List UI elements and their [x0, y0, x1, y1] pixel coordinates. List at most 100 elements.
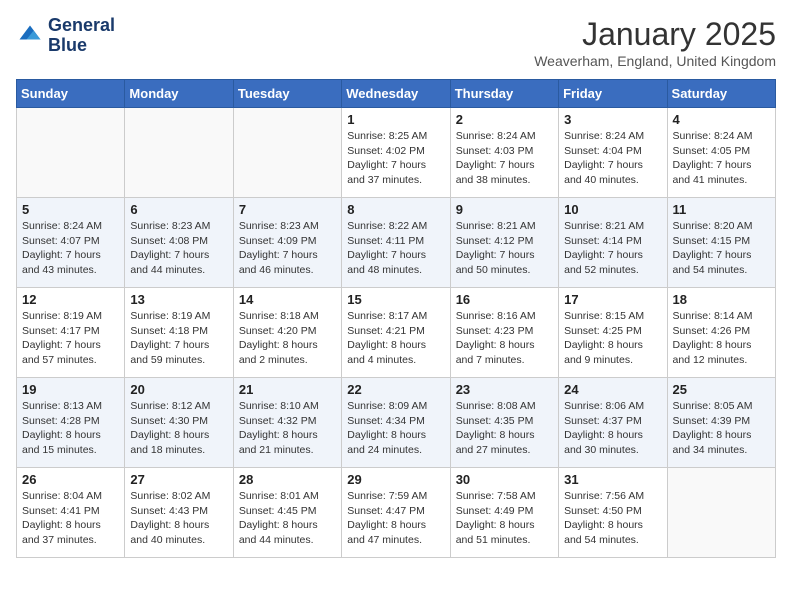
- day-number: 12: [22, 292, 119, 307]
- day-info: Sunrise: 8:24 AMSunset: 4:04 PMDaylight:…: [564, 129, 661, 188]
- day-number: 13: [130, 292, 227, 307]
- day-number: 18: [673, 292, 770, 307]
- table-row: 14Sunrise: 8:18 AMSunset: 4:20 PMDayligh…: [233, 288, 341, 378]
- day-number: 11: [673, 202, 770, 217]
- location: Weaverham, England, United Kingdom: [534, 53, 776, 69]
- day-info: Sunrise: 7:58 AMSunset: 4:49 PMDaylight:…: [456, 489, 553, 548]
- day-info: Sunrise: 8:02 AMSunset: 4:43 PMDaylight:…: [130, 489, 227, 548]
- table-row: 24 Sunrise: 8:06 AMSunset: 4:37 PMDayligh…: [559, 378, 667, 468]
- day-number: 14: [239, 292, 336, 307]
- day-number: 5: [22, 202, 119, 217]
- day-number: 29: [347, 472, 444, 487]
- table-row: 21 Sunrise: 8:10 AMSunset: 4:32 PMDayligh…: [233, 378, 341, 468]
- day-info: Sunrise: 8:24 AMSunset: 4:03 PMDaylight:…: [456, 129, 553, 188]
- table-row: 20 Sunrise: 8:12 AMSunset: 4:30 PMDayligh…: [125, 378, 233, 468]
- day-info: Sunrise: 8:23 AMSunset: 4:09 PMDaylight:…: [239, 219, 336, 278]
- table-row: 25 Sunrise: 8:05 AMSunset: 4:39 PMDayligh…: [667, 378, 775, 468]
- day-number: 8: [347, 202, 444, 217]
- day-number: 24: [564, 382, 661, 397]
- day-info: Sunrise: 8:25 AMSunset: 4:02 PMDaylight:…: [347, 129, 444, 188]
- day-info: Sunrise: 8:15 AMSunset: 4:25 PMDaylight:…: [564, 309, 661, 368]
- day-info: Sunrise: 8:21 AMSunset: 4:12 PMDaylight:…: [456, 219, 553, 278]
- table-row: 1 Sunrise: 8:25 AMSunset: 4:02 PMDaylight…: [342, 108, 450, 198]
- day-number: 22: [347, 382, 444, 397]
- day-info: Sunrise: 8:12 AMSunset: 4:30 PMDaylight:…: [130, 399, 227, 458]
- table-row: 29Sunrise: 7:59 AMSunset: 4:47 PMDayligh…: [342, 468, 450, 558]
- month-title: January 2025: [534, 16, 776, 53]
- table-row: 5 Sunrise: 8:24 AMSunset: 4:07 PMDaylight…: [17, 198, 125, 288]
- weekday-header-thursday: Thursday: [450, 80, 558, 108]
- logo-text: General Blue: [48, 16, 115, 56]
- day-number: 9: [456, 202, 553, 217]
- day-number: 1: [347, 112, 444, 127]
- weekday-header-wednesday: Wednesday: [342, 80, 450, 108]
- day-number: 17: [564, 292, 661, 307]
- table-row: 11 Sunrise: 8:20 AMSunset: 4:15 PMDayligh…: [667, 198, 775, 288]
- logo: General Blue: [16, 16, 115, 56]
- day-number: 25: [673, 382, 770, 397]
- day-info: Sunrise: 8:08 AMSunset: 4:35 PMDaylight:…: [456, 399, 553, 458]
- day-info: Sunrise: 8:13 AMSunset: 4:28 PMDaylight:…: [22, 399, 119, 458]
- weekday-header-sunday: Sunday: [17, 80, 125, 108]
- day-number: 3: [564, 112, 661, 127]
- day-number: 23: [456, 382, 553, 397]
- day-info: Sunrise: 8:24 AMSunset: 4:07 PMDaylight:…: [22, 219, 119, 278]
- day-info: Sunrise: 8:22 AMSunset: 4:11 PMDaylight:…: [347, 219, 444, 278]
- day-info: Sunrise: 7:56 AMSunset: 4:50 PMDaylight:…: [564, 489, 661, 548]
- calendar-week-row: 12 Sunrise: 8:19 AMSunset: 4:17 PMDayligh…: [17, 288, 776, 378]
- day-info: Sunrise: 8:24 AMSunset: 4:05 PMDaylight:…: [673, 129, 770, 188]
- weekday-header-row: SundayMondayTuesdayWednesdayThursdayFrid…: [17, 80, 776, 108]
- day-number: 30: [456, 472, 553, 487]
- table-row: 12 Sunrise: 8:19 AMSunset: 4:17 PMDayligh…: [17, 288, 125, 378]
- table-row: 30 Sunrise: 7:58 AMSunset: 4:49 PMDayligh…: [450, 468, 558, 558]
- day-number: 27: [130, 472, 227, 487]
- day-info: Sunrise: 8:09 AMSunset: 4:34 PMDaylight:…: [347, 399, 444, 458]
- table-row: 26Sunrise: 8:04 AMSunset: 4:41 PMDayligh…: [17, 468, 125, 558]
- day-number: 19: [22, 382, 119, 397]
- table-row: [233, 108, 341, 198]
- calendar: SundayMondayTuesdayWednesdayThursdayFrid…: [16, 79, 776, 558]
- day-number: 6: [130, 202, 227, 217]
- table-row: 15Sunrise: 8:17 AMSunset: 4:21 PMDayligh…: [342, 288, 450, 378]
- logo-icon: [16, 22, 44, 50]
- weekday-header-monday: Monday: [125, 80, 233, 108]
- day-info: Sunrise: 8:23 AMSunset: 4:08 PMDaylight:…: [130, 219, 227, 278]
- day-number: 31: [564, 472, 661, 487]
- table-row: 23 Sunrise: 8:08 AMSunset: 4:35 PMDayligh…: [450, 378, 558, 468]
- day-info: Sunrise: 8:20 AMSunset: 4:15 PMDaylight:…: [673, 219, 770, 278]
- table-row: 28 Sunrise: 8:01 AMSunset: 4:45 PMDayligh…: [233, 468, 341, 558]
- day-info: Sunrise: 8:10 AMSunset: 4:32 PMDaylight:…: [239, 399, 336, 458]
- day-number: 28: [239, 472, 336, 487]
- table-row: 10Sunrise: 8:21 AMSunset: 4:14 PMDayligh…: [559, 198, 667, 288]
- page-header: General Blue January 2025 Weaverham, Eng…: [16, 16, 776, 69]
- day-number: 16: [456, 292, 553, 307]
- table-row: 22 Sunrise: 8:09 AMSunset: 4:34 PMDayligh…: [342, 378, 450, 468]
- day-info: Sunrise: 8:17 AMSunset: 4:21 PMDaylight:…: [347, 309, 444, 368]
- day-number: 10: [564, 202, 661, 217]
- weekday-header-friday: Friday: [559, 80, 667, 108]
- day-info: Sunrise: 8:05 AMSunset: 4:39 PMDaylight:…: [673, 399, 770, 458]
- weekday-header-tuesday: Tuesday: [233, 80, 341, 108]
- table-row: 7 Sunrise: 8:23 AMSunset: 4:09 PMDaylight…: [233, 198, 341, 288]
- day-number: 4: [673, 112, 770, 127]
- table-row: 16Sunrise: 8:16 AMSunset: 4:23 PMDayligh…: [450, 288, 558, 378]
- calendar-week-row: 5 Sunrise: 8:24 AMSunset: 4:07 PMDaylight…: [17, 198, 776, 288]
- table-row: 31 Sunrise: 7:56 AMSunset: 4:50 PMDayligh…: [559, 468, 667, 558]
- table-row: [667, 468, 775, 558]
- day-number: 7: [239, 202, 336, 217]
- table-row: 13 Sunrise: 8:19 AMSunset: 4:18 PMDayligh…: [125, 288, 233, 378]
- day-info: Sunrise: 8:19 AMSunset: 4:18 PMDaylight:…: [130, 309, 227, 368]
- table-row: [17, 108, 125, 198]
- day-number: 20: [130, 382, 227, 397]
- table-row: 3 Sunrise: 8:24 AMSunset: 4:04 PMDaylight…: [559, 108, 667, 198]
- table-row: 6 Sunrise: 8:23 AMSunset: 4:08 PMDaylight…: [125, 198, 233, 288]
- day-info: Sunrise: 8:06 AMSunset: 4:37 PMDaylight:…: [564, 399, 661, 458]
- table-row: 4 Sunrise: 8:24 AMSunset: 4:05 PMDaylight…: [667, 108, 775, 198]
- calendar-week-row: 19 Sunrise: 8:13 AMSunset: 4:28 PMDayligh…: [17, 378, 776, 468]
- calendar-week-row: 26Sunrise: 8:04 AMSunset: 4:41 PMDayligh…: [17, 468, 776, 558]
- table-row: 2Sunrise: 8:24 AMSunset: 4:03 PMDaylight…: [450, 108, 558, 198]
- day-info: Sunrise: 8:19 AMSunset: 4:17 PMDaylight:…: [22, 309, 119, 368]
- table-row: 17 Sunrise: 8:15 AMSunset: 4:25 PMDayligh…: [559, 288, 667, 378]
- day-number: 21: [239, 382, 336, 397]
- day-info: Sunrise: 8:01 AMSunset: 4:45 PMDaylight:…: [239, 489, 336, 548]
